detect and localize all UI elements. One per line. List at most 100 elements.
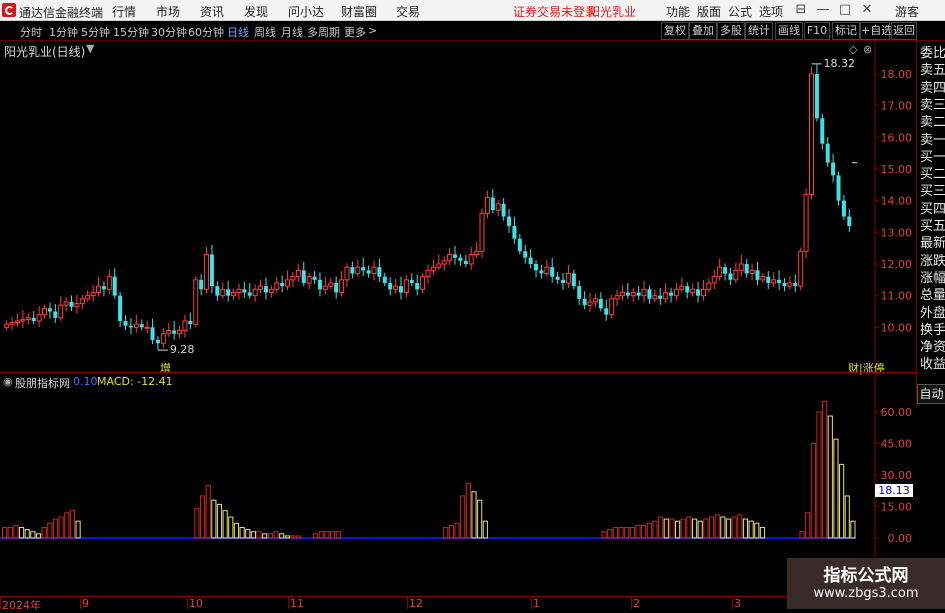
candle-body (571, 273, 576, 287)
histogram-bar (471, 491, 477, 539)
candle-body (598, 298, 603, 309)
candle-body (717, 266, 723, 278)
candle-body (118, 295, 123, 321)
histogram-bar (737, 514, 743, 539)
histogram-bar (697, 520, 703, 539)
menu-item-wealth[interactable]: 财富圈 (341, 3, 377, 20)
menu-item-ask[interactable]: 问小达 (288, 3, 324, 20)
period-tab-multi[interactable]: 多周期 (307, 24, 340, 40)
menu-bar: 通达信金融终端 行情 市场 资讯 发现 问小达 财富圈 交易 证券交易未登录 阳… (0, 0, 945, 21)
candle-body (101, 286, 106, 290)
candle-body (604, 308, 609, 315)
histogram-bar (680, 518, 686, 539)
menu-item-news[interactable]: 资讯 (200, 3, 224, 20)
candle-body (685, 286, 690, 293)
date-tick-mark (187, 597, 188, 609)
period-tab-60min[interactable]: 60分钟 (188, 24, 224, 40)
histogram-bar (194, 508, 200, 539)
menu-item-function[interactable]: 功能 (666, 3, 690, 20)
histogram-bar (720, 516, 726, 539)
date-tick-0: 2024年 (2, 599, 41, 612)
candle-body (420, 276, 426, 290)
candle-body (587, 301, 593, 306)
candle-body (199, 279, 204, 290)
candle-body (495, 203, 501, 211)
histogram-bar (810, 442, 816, 539)
tool-draw-button[interactable]: 画线 (775, 22, 803, 40)
period-tab-more[interactable]: 更多 (344, 24, 366, 40)
candle-body (766, 276, 771, 283)
candle-body (728, 273, 733, 280)
date-tick-mark (288, 597, 289, 609)
tool-mark-button[interactable]: 标记 (832, 22, 860, 40)
candle-body (215, 286, 220, 296)
histogram-bar (477, 499, 483, 539)
candle-body (236, 288, 242, 293)
quote-field-5: 卖一 (920, 132, 945, 148)
menu-item-market[interactable]: 市场 (156, 3, 180, 20)
candle-body (733, 269, 739, 281)
y-tick-label: 10.00 (881, 321, 913, 334)
candle-body (393, 285, 399, 290)
candle-body (182, 320, 188, 331)
macd-histogram-chart[interactable]: 60.00 45.00 30.00 15.00 0.00 (0, 373, 916, 598)
add-watchlist-button[interactable]: +自选 (860, 22, 892, 40)
candle-body (696, 289, 701, 296)
histogram-bar (805, 512, 811, 539)
candle-body (25, 317, 31, 320)
tool-fuquan-button[interactable]: 复权 (661, 22, 689, 40)
auto-button[interactable]: 自动 (917, 384, 945, 404)
back-button[interactable]: 返回 (891, 22, 917, 40)
candle-body (155, 340, 160, 344)
candle-body (53, 311, 58, 318)
period-tab-daily[interactable]: 日线 (227, 24, 249, 40)
minimize-icon[interactable]: — (812, 1, 834, 19)
period-tab-1min[interactable]: 1分钟 (49, 24, 78, 40)
tool-f10-button[interactable]: F10 (804, 22, 830, 40)
period-tab-intraday[interactable]: 分时 (20, 24, 42, 40)
candle-body (555, 276, 560, 280)
candle-body (74, 303, 80, 308)
date-axis (0, 596, 916, 610)
tool-multistock-button[interactable]: 多股 (717, 22, 745, 40)
restore-icon[interactable]: ⊟ (790, 1, 812, 19)
histogram-bar (465, 482, 471, 539)
period-tab-weekly[interactable]: 周线 (254, 24, 276, 40)
candle-body (658, 295, 663, 299)
close-icon[interactable]: ✕ (856, 1, 878, 19)
quote-field-4: 卖二 (920, 115, 945, 131)
candle-body (415, 283, 420, 290)
menu-item-layout[interactable]: 版面 (697, 3, 721, 20)
chevron-right-icon[interactable]: > (368, 24, 377, 37)
y-tick-label: 30.00 (881, 469, 913, 482)
candle-body (814, 74, 819, 119)
candle-body (787, 282, 793, 287)
menu-item-formula[interactable]: 公式 (728, 3, 752, 20)
histogram-bar (482, 520, 488, 539)
tool-stats-button[interactable]: 统计 (745, 22, 773, 40)
menu-item-discover[interactable]: 发现 (244, 3, 268, 20)
maximize-icon[interactable]: □ (834, 1, 856, 19)
tool-overlay-button[interactable]: 叠加 (689, 22, 717, 40)
user-label[interactable]: 游客 (895, 3, 919, 20)
histogram-bar (24, 529, 30, 539)
menu-item-quotes[interactable]: 行情 (112, 3, 136, 20)
date-tick-5: 1 (533, 597, 540, 610)
date-tick-mark (0, 597, 1, 609)
candle-body (755, 270, 760, 280)
period-tab-15min[interactable]: 15分钟 (113, 24, 149, 40)
histogram-bar (284, 535, 290, 539)
candle-body (582, 298, 587, 306)
candle-body (447, 254, 453, 262)
menu-item-options[interactable]: 选项 (759, 3, 783, 20)
period-tab-monthly[interactable]: 月线 (281, 24, 303, 40)
login-notice[interactable]: 证券交易未登录 (513, 3, 597, 20)
date-tick-2: 10 (189, 597, 203, 610)
histogram-bar (658, 516, 664, 539)
candlestick-chart[interactable]: 18.00 17.00 16.00 15.00 14.00 13.00 12.00 11.00… (0, 41, 916, 373)
period-tab-5min[interactable]: 5分钟 (81, 24, 110, 40)
date-tick-3: 11 (290, 597, 304, 610)
menu-item-trade[interactable]: 交易 (396, 3, 420, 20)
period-tab-30min[interactable]: 30分钟 (151, 24, 187, 40)
candle-body (771, 279, 777, 284)
